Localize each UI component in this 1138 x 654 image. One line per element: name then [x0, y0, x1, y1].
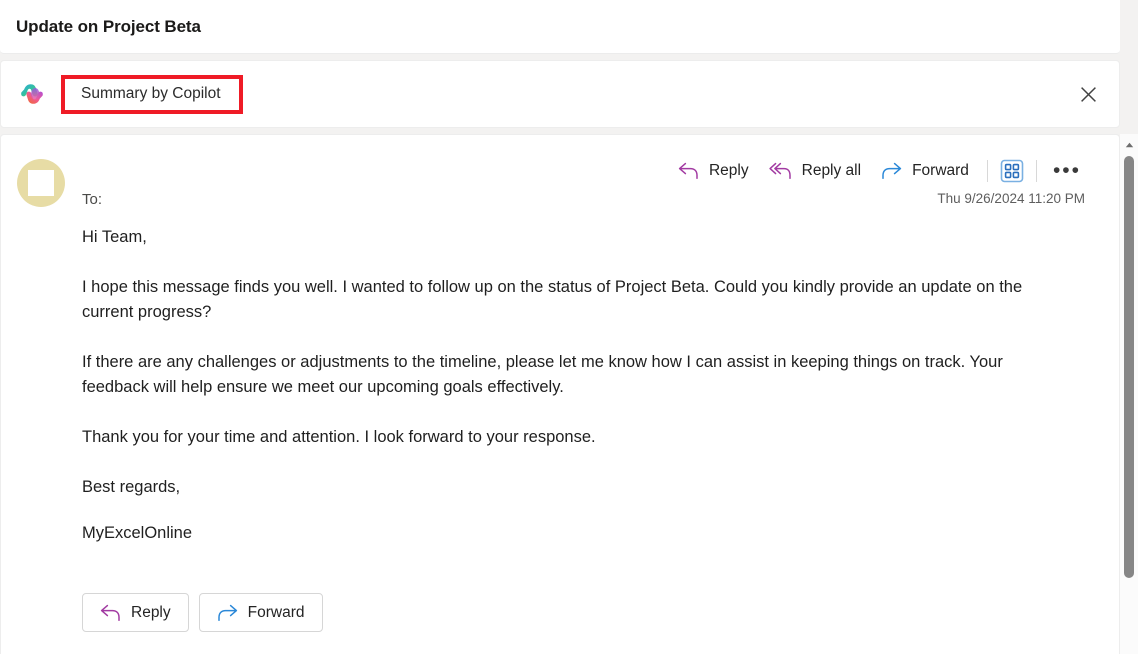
toolbar-divider-left [986, 160, 988, 182]
footer-forward-button[interactable]: Forward [198, 593, 323, 632]
avatar-placeholder-shape [28, 170, 54, 196]
body-paragraph-signature: MyExcelOnline [82, 524, 193, 542]
avatar [17, 159, 65, 207]
footer-reply-label: Reply [131, 603, 171, 621]
body-paragraph-greeting: Hi Team, [82, 228, 147, 246]
message-body: Hi Team, I hope this message finds you w… [1, 225, 1119, 546]
ellipsis-icon[interactable]: ••• [1045, 160, 1089, 181]
forward-arrow-icon [217, 604, 239, 622]
to-label: To: [82, 191, 103, 208]
scrollbar-thumb[interactable] [1124, 156, 1134, 578]
apps-grid-icon[interactable] [996, 157, 1028, 185]
scroll-up-arrow-icon[interactable] [1120, 138, 1138, 152]
summary-by-copilot-label: Summary by Copilot [81, 85, 221, 102]
message-actions-toolbar: Reply Reply all Forward ••• [668, 157, 1089, 185]
message-header: To: Thu 9/26/2024 11:20 PM Reply Reply a… [1, 135, 1119, 225]
subject-header-card: Update on Project Beta [0, 0, 1120, 54]
vertical-scrollbar[interactable] [1120, 134, 1138, 654]
body-paragraph-signoff: Best regards, [82, 478, 181, 496]
message-timestamp: Thu 9/26/2024 11:20 PM [937, 191, 1085, 206]
reply-all-button[interactable]: Reply all [759, 158, 871, 184]
body-paragraph-3: Thank you for your time and attention. I… [82, 428, 596, 446]
close-icon[interactable] [1071, 77, 1105, 111]
toolbar-divider-right [1035, 160, 1037, 182]
body-paragraph-1: I hope this message finds you well. I wa… [82, 278, 1023, 321]
forward-button[interactable]: Forward [871, 158, 979, 184]
copilot-icon [19, 81, 45, 107]
footer-reply-button[interactable]: Reply [82, 593, 189, 632]
reply-button-label: Reply [708, 162, 749, 179]
body-paragraph-2: If there are any challenges or adjustmen… [82, 353, 1003, 396]
footer-forward-label: Forward [247, 603, 305, 621]
summary-by-copilot-highlight[interactable]: Summary by Copilot [61, 74, 243, 114]
page-title: Update on Project Beta [16, 16, 201, 36]
reply-all-arrow-icon [768, 162, 793, 180]
forward-button-label: Forward [912, 162, 969, 179]
copilot-summary-bar: Summary by Copilot [0, 60, 1120, 128]
reply-arrow-icon [678, 162, 700, 180]
message-footer-buttons: Reply Forward [1, 571, 1119, 632]
reply-all-button-label: Reply all [801, 162, 862, 179]
reply-arrow-icon [100, 604, 122, 622]
message-card: To: Thu 9/26/2024 11:20 PM Reply Reply a… [0, 134, 1120, 654]
forward-arrow-icon [881, 162, 903, 180]
reply-button[interactable]: Reply [668, 158, 759, 184]
